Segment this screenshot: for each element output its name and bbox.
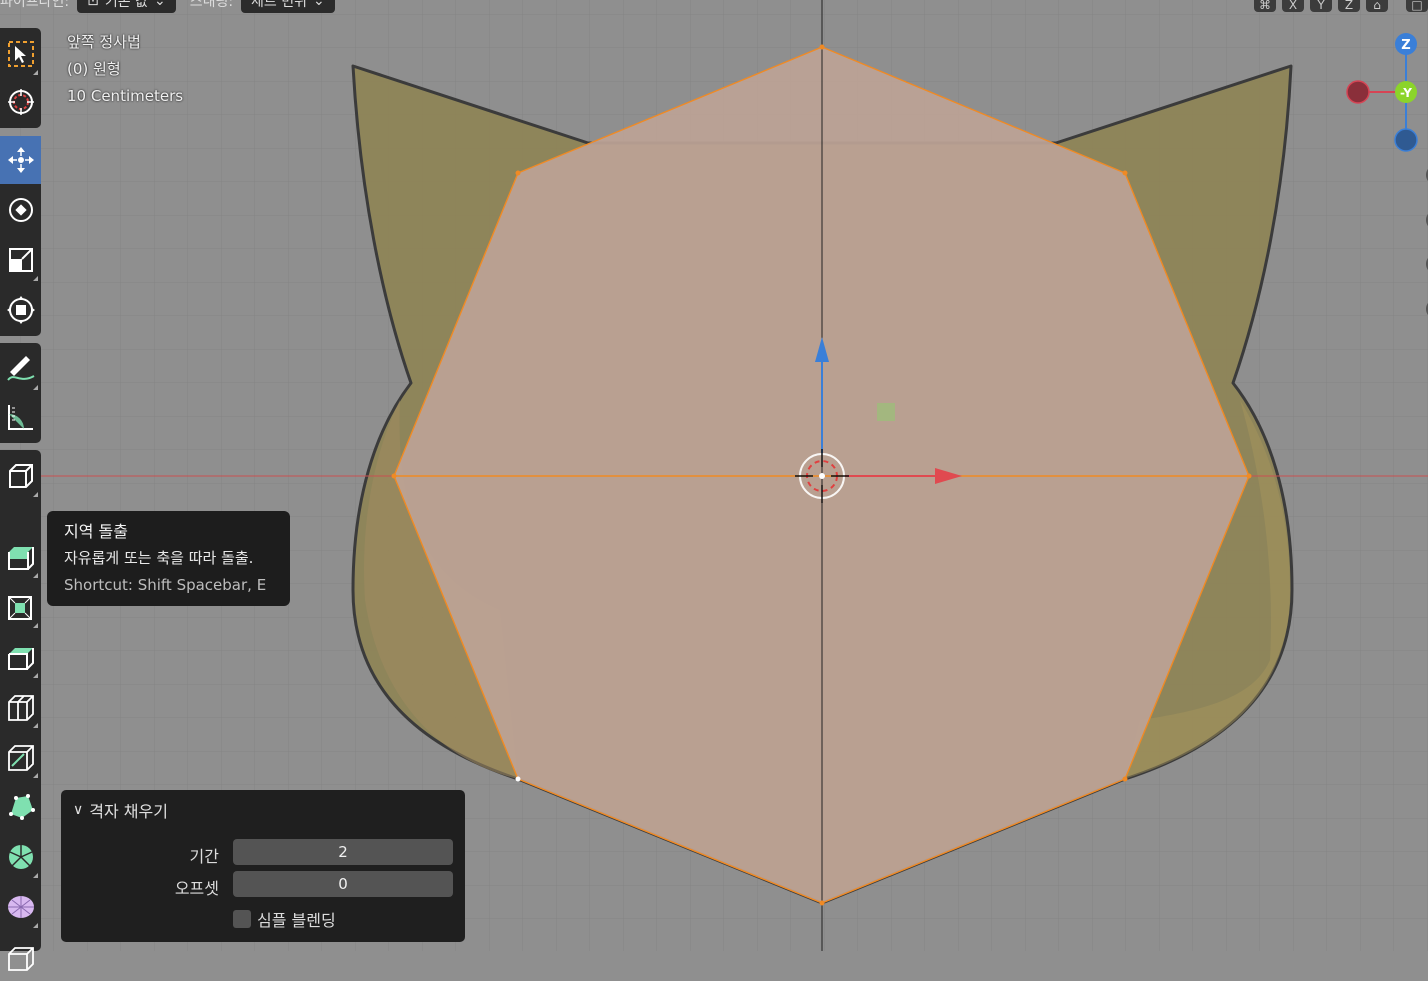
add-cube-icon xyxy=(8,464,33,488)
neg-x-axis-handle-icon[interactable] xyxy=(1346,80,1370,104)
toolbar-group-transform xyxy=(0,136,41,336)
measure-tool[interactable] xyxy=(0,393,41,441)
viewport-info: 앞쪽 정사법 (0) 원형 10 Centimeters xyxy=(67,29,183,110)
select-box-tool[interactable] xyxy=(0,30,41,78)
header-right: ⌘ X Y Z ⌂ □ xyxy=(1254,0,1428,14)
toolbar-group-annotate xyxy=(0,343,41,443)
vertex-active xyxy=(515,776,521,782)
smooth-tool[interactable] xyxy=(0,883,41,931)
overlay-icon[interactable]: □ xyxy=(1406,0,1428,12)
mirror-z-button[interactable]: Z xyxy=(1338,0,1360,12)
transform-icon xyxy=(6,296,35,324)
scale-tool[interactable] xyxy=(0,236,41,284)
3d-viewport[interactable]: 파이프라인: ⊡ 기본 값 ⌄ 스내핑: 세트 변위 ⌄ ⌘ X Y Z ⌂ □… xyxy=(0,0,1428,971)
knife-tool[interactable] xyxy=(0,733,41,781)
vertex xyxy=(391,473,397,479)
vertex xyxy=(819,44,825,50)
offset-field[interactable]: 0 xyxy=(233,871,453,897)
y-axis-label: -Y xyxy=(1400,86,1412,100)
operator-panel-header[interactable]: ∨ 격자 채우기 xyxy=(73,798,168,822)
neg-z-axis-handle-icon[interactable] xyxy=(1394,128,1418,152)
grid-fill-operator-panel: ∨ 격자 채우기 기간 2 오프셋 0 심플 블렌딩 xyxy=(61,790,465,942)
add-cube-tool[interactable] xyxy=(0,452,41,500)
knife-icon xyxy=(7,745,34,771)
scale-icon xyxy=(8,248,33,272)
shear-icon xyxy=(7,947,34,971)
header-left: 파이프라인: ⊡ 기본 값 ⌄ 스내핑: 세트 변위 ⌄ xyxy=(0,0,335,14)
snap-icon[interactable]: ⌂ xyxy=(1366,0,1388,12)
object-name: (0) 원형 xyxy=(67,60,121,78)
vertex xyxy=(819,900,825,906)
navigation-gizmo[interactable]: Z -Y xyxy=(1340,28,1428,158)
pivot-dropdown[interactable]: ⊡ 기본 값 ⌄ xyxy=(77,0,176,13)
z-axis-label: Z xyxy=(1401,38,1410,53)
grid-scale: 10 Centimeters xyxy=(67,87,184,105)
chevron-down-icon: ⌄ xyxy=(313,0,325,9)
rotate-icon xyxy=(8,198,33,222)
snap-value: 세트 변위 xyxy=(251,0,308,10)
cursor-tool[interactable] xyxy=(0,78,41,126)
vertex xyxy=(1122,776,1128,782)
shear-tool[interactable] xyxy=(0,933,41,981)
chevron-down-icon: ⌄ xyxy=(153,0,166,9)
vertex xyxy=(1246,473,1252,479)
mirror-x-button[interactable]: X xyxy=(1282,0,1304,12)
offset-row: 오프셋 0 xyxy=(61,871,465,898)
tool-tooltip: 지역 돌출 자유롭게 또는 축을 따라 돌출. Shortcut: Shift … xyxy=(47,511,290,606)
spin-icon xyxy=(8,845,33,869)
span-label: 기간 xyxy=(189,847,219,866)
bevel-icon xyxy=(7,648,34,670)
extrude-region-tool[interactable] xyxy=(0,533,41,581)
span-row: 기간 2 xyxy=(61,839,465,866)
loop-cut-icon xyxy=(7,695,34,721)
toolbar-group-mesh xyxy=(0,450,41,971)
mirror-icon[interactable]: ⌘ xyxy=(1254,0,1276,12)
snap-dropdown[interactable]: 세트 변위 ⌄ xyxy=(241,0,335,13)
smooth-icon xyxy=(7,896,34,918)
loop-cut-tool[interactable] xyxy=(0,683,41,731)
face-center-dot xyxy=(877,403,895,421)
pipeline-label: 파이프라인: xyxy=(0,0,70,10)
extrude-region-icon xyxy=(7,547,34,570)
tooltip-title: 지역 돌출 xyxy=(64,522,128,541)
rotate-tool[interactable] xyxy=(0,186,41,234)
poly-build-tool[interactable] xyxy=(0,783,41,831)
chevron-down-icon: ∨ xyxy=(73,802,84,818)
annotate-icon xyxy=(6,356,34,381)
measure-icon xyxy=(7,405,33,430)
snap-label: 스내핑: xyxy=(189,0,234,10)
move-icon xyxy=(7,147,34,173)
offset-label: 오프셋 xyxy=(174,879,219,898)
simple-blending-checkbox[interactable]: 심플 블렌딩 xyxy=(233,907,336,931)
poly-build-icon xyxy=(8,794,35,820)
vertex xyxy=(1122,170,1128,176)
span-field[interactable]: 2 xyxy=(233,839,453,865)
simple-blending-label: 심플 블렌딩 xyxy=(257,911,336,930)
toolbar xyxy=(0,28,42,971)
operator-title: 격자 채우기 xyxy=(89,802,168,821)
checkbox-box[interactable] xyxy=(233,910,251,928)
toolbar-group-select xyxy=(0,28,41,128)
pivot-value: 기본 값 xyxy=(104,0,148,10)
annotate-tool[interactable] xyxy=(0,345,41,393)
bevel-tool[interactable] xyxy=(0,633,41,681)
move-tool[interactable] xyxy=(0,136,41,184)
inset-faces-icon xyxy=(7,596,32,620)
pivot-icon: ⊡ xyxy=(87,0,99,9)
mirror-y-button[interactable]: Y xyxy=(1310,0,1332,12)
view-name: 앞쪽 정사법 xyxy=(67,33,141,51)
inset-faces-tool[interactable] xyxy=(0,583,41,631)
vertex xyxy=(515,170,521,176)
spin-tool[interactable] xyxy=(0,833,41,881)
tooltip-description: 자유롭게 또는 축을 따라 돌출. xyxy=(64,549,254,567)
select-box-icon xyxy=(7,41,34,67)
cursor-icon xyxy=(7,89,34,115)
transform-tool[interactable] xyxy=(0,286,41,334)
tooltip-shortcut: Shortcut: Shift Spacebar, E xyxy=(64,576,267,594)
